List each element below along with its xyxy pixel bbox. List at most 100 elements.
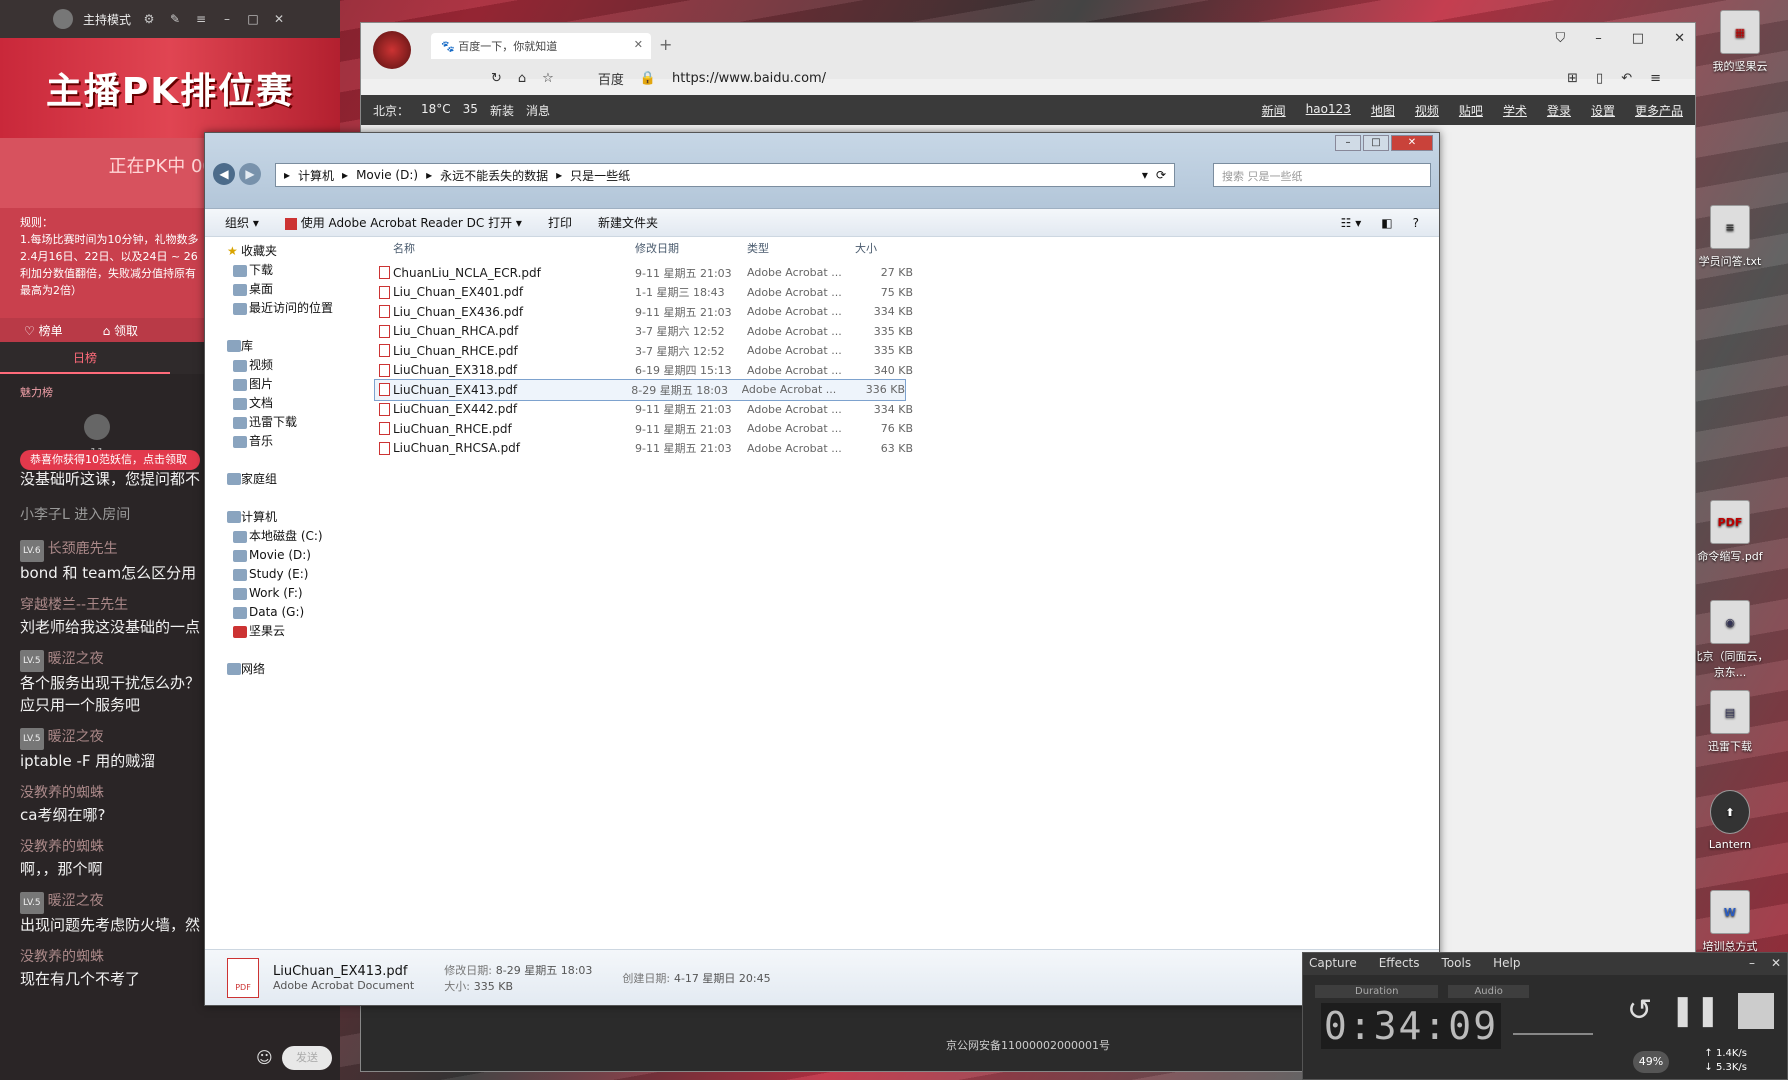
breadcrumb-item[interactable]: Movie (D:)	[356, 168, 418, 182]
tree-header[interactable]: 网络	[225, 659, 375, 679]
tree-item[interactable]: 最近访问的位置	[225, 299, 375, 318]
minimize-icon[interactable]: –	[1595, 31, 1602, 46]
extension-icon[interactable]: ⊞	[1567, 71, 1578, 86]
edit-icon[interactable]: ✎	[167, 11, 183, 27]
tree-header[interactable]: ★ 收藏夹	[225, 241, 375, 261]
settings-icon[interactable]: ⚙	[141, 11, 157, 27]
desktop-icon-beijing[interactable]: ◉ 北京（同面云，京东...	[1690, 600, 1770, 680]
desktop-icon-word[interactable]: W 培训总方式	[1690, 890, 1770, 954]
tree-item[interactable]: 文档	[225, 394, 375, 413]
tree-header[interactable]: 库	[225, 336, 375, 356]
menu-capture[interactable]: Capture	[1309, 956, 1357, 972]
charm-label[interactable]: 魅力榜	[20, 386, 53, 399]
close-tab-icon[interactable]: ✕	[634, 38, 643, 51]
delete-icon[interactable]: ↺	[1627, 993, 1652, 1029]
menu-icon[interactable]: ≡	[1650, 71, 1661, 86]
preview-pane-icon[interactable]: ◧	[1381, 216, 1392, 230]
new-folder-button[interactable]: 新建文件夹	[598, 214, 658, 231]
file-row[interactable]: LiuChuan_RHCSA.pdf 9-11 星期五 21:03 Adobe Ac…	[375, 439, 1439, 459]
menu-icon[interactable]: ≡	[193, 11, 209, 27]
nav-link-login[interactable]: 登录	[1547, 102, 1571, 119]
stop-icon[interactable]	[1738, 993, 1775, 1029]
tree-item[interactable]: 音乐	[225, 432, 375, 451]
column-size[interactable]: 大小	[855, 240, 913, 256]
phone-icon[interactable]: ▯	[1596, 71, 1603, 86]
breadcrumb-item[interactable]: 计算机	[298, 167, 334, 184]
nav-link-xueshu[interactable]: 学术	[1503, 102, 1527, 119]
breadcrumb-item[interactable]: 只是一些纸	[570, 167, 630, 184]
tree-item[interactable]: 图片	[225, 375, 375, 394]
tree-item[interactable]: 坚果云	[225, 622, 375, 641]
maximize-icon[interactable]: □	[1363, 135, 1389, 151]
nav-link-news[interactable]: 新闻	[1262, 102, 1286, 119]
desktop-icon-command-pdf[interactable]: PDF 命令缩写.pdf	[1690, 500, 1770, 564]
refresh-icon[interactable]: ⟳	[1156, 168, 1166, 182]
url-input[interactable]: https://www.baidu.com/	[672, 71, 826, 86]
tree-item[interactable]: Work (F:)	[225, 584, 375, 603]
desktop-icon-lantern[interactable]: ⬆ Lantern	[1690, 790, 1770, 851]
menu-help[interactable]: Help	[1493, 956, 1520, 972]
emoji-icon[interactable]: ☺	[256, 1048, 273, 1067]
pause-icon[interactable]: ❚❚	[1670, 993, 1720, 1029]
search-input[interactable]: 搜索 只是一些纸	[1213, 163, 1431, 187]
menu-effects[interactable]: Effects	[1379, 956, 1420, 972]
minimize-icon[interactable]: –	[219, 11, 235, 27]
nav-link-settings[interactable]: 设置	[1591, 102, 1615, 119]
file-row[interactable]: LiuChuan_EX318.pdf 6-19 星期四 15:13 Adobe Ac…	[375, 361, 1439, 381]
file-row[interactable]: LiuChuan_EX442.pdf 9-11 星期五 21:03 Adobe Ac…	[375, 400, 1439, 420]
tree-item[interactable]: 视频	[225, 356, 375, 375]
tree-header[interactable]: 家庭组	[225, 469, 375, 489]
file-row[interactable]: LiuChuan_RHCE.pdf 9-11 星期五 21:03 Adobe Acr…	[375, 419, 1439, 439]
breadcrumb[interactable]: ▸ 计算机 ▸ Movie (D:) ▸ 永远不能丢失的数据 ▸ 只是一些纸 ▾ ⟳	[275, 163, 1175, 187]
new-tab-icon[interactable]: +	[659, 35, 672, 54]
rank-list-button[interactable]: ♡ 榜单	[24, 322, 63, 338]
close-icon[interactable]: ✕	[1391, 135, 1433, 151]
file-row[interactable]: ChuanLiu_NCLA_ECR.pdf 9-11 星期五 21:03 Adobe…	[375, 263, 1439, 283]
shirt-icon[interactable]: ⛉	[1556, 31, 1566, 46]
file-row[interactable]: Liu_Chuan_EX436.pdf 9-11 星期五 21:03 Adobe A…	[375, 302, 1439, 322]
tree-item[interactable]: Movie (D:)	[225, 546, 375, 565]
help-icon[interactable]: ?	[1413, 216, 1419, 230]
back-icon[interactable]: ◀	[213, 163, 235, 185]
column-type[interactable]: 类型	[747, 240, 855, 256]
file-row[interactable]: Liu_Chuan_EX401.pdf 1-1 星期三 18:43 Adobe Ac…	[375, 283, 1439, 303]
file-row[interactable]: Liu_Chuan_RHCE.pdf 3-7 星期六 12:52 Adobe Acr…	[375, 341, 1439, 361]
close-icon[interactable]: ✕	[1771, 956, 1781, 972]
maximize-icon[interactable]: □	[1632, 31, 1644, 46]
nav-link-hao123[interactable]: hao123	[1306, 102, 1351, 119]
nav-link-video[interactable]: 视频	[1415, 102, 1439, 119]
forward-icon[interactable]: ▶	[239, 163, 261, 185]
column-date[interactable]: 修改日期	[635, 240, 747, 256]
nav-link-tieba[interactable]: 贴吧	[1459, 102, 1483, 119]
reload-icon[interactable]: ↻	[491, 71, 502, 86]
tree-item[interactable]: Data (G:)	[225, 603, 375, 622]
undo-icon[interactable]: ↶	[1621, 71, 1632, 86]
close-icon[interactable]: ✕	[271, 11, 287, 27]
chat-input[interactable]: 发送	[282, 1046, 332, 1070]
tree-item[interactable]: 迅雷下载	[225, 413, 375, 432]
desktop-icon-xunlei[interactable]: ▤ 迅雷下载	[1690, 690, 1770, 754]
print-button[interactable]: 打印	[548, 214, 572, 231]
browser-tab[interactable]: 🐾 百度一下，你就知道 ✕	[431, 33, 651, 59]
icp-record[interactable]: 京公网安备11000002000001号	[946, 1039, 1110, 1052]
open-with-button[interactable]: 使用 Adobe Acrobat Reader DC 打开 ▾	[284, 214, 522, 231]
desktop-icon-qa-txt[interactable]: ≡ 学员问答.txt	[1690, 205, 1770, 269]
chevron-down-icon[interactable]: ▾	[1142, 168, 1148, 182]
menu-tools[interactable]: Tools	[1442, 956, 1472, 972]
organize-button[interactable]: 组织 ▾	[225, 214, 259, 231]
audio-slider[interactable]	[1513, 1023, 1593, 1035]
tree-item[interactable]: 桌面	[225, 280, 375, 299]
file-row[interactable]: Liu_Chuan_RHCA.pdf 3-7 星期六 12:52 Adobe Acr…	[375, 322, 1439, 342]
tree-item[interactable]: 下载	[225, 261, 375, 280]
desktop-icon-jianguoyun[interactable]: ▦ 我的坚果云	[1700, 10, 1780, 74]
tree-header[interactable]: 计算机	[225, 507, 375, 527]
star-icon[interactable]: ☆	[542, 71, 554, 86]
tab-daily[interactable]: 日榜	[0, 342, 170, 374]
claim-button[interactable]: ⌂ 领取	[103, 322, 138, 338]
tree-item[interactable]: 本地磁盘 (C:)	[225, 527, 375, 546]
maximize-icon[interactable]: □	[245, 11, 261, 27]
view-options-icon[interactable]: ☷ ▾	[1341, 216, 1362, 230]
nav-link-map[interactable]: 地图	[1371, 102, 1395, 119]
minimize-icon[interactable]: –	[1749, 956, 1755, 972]
gift-banner[interactable]: 恭喜你获得10范妖信，点击领取	[20, 450, 200, 470]
